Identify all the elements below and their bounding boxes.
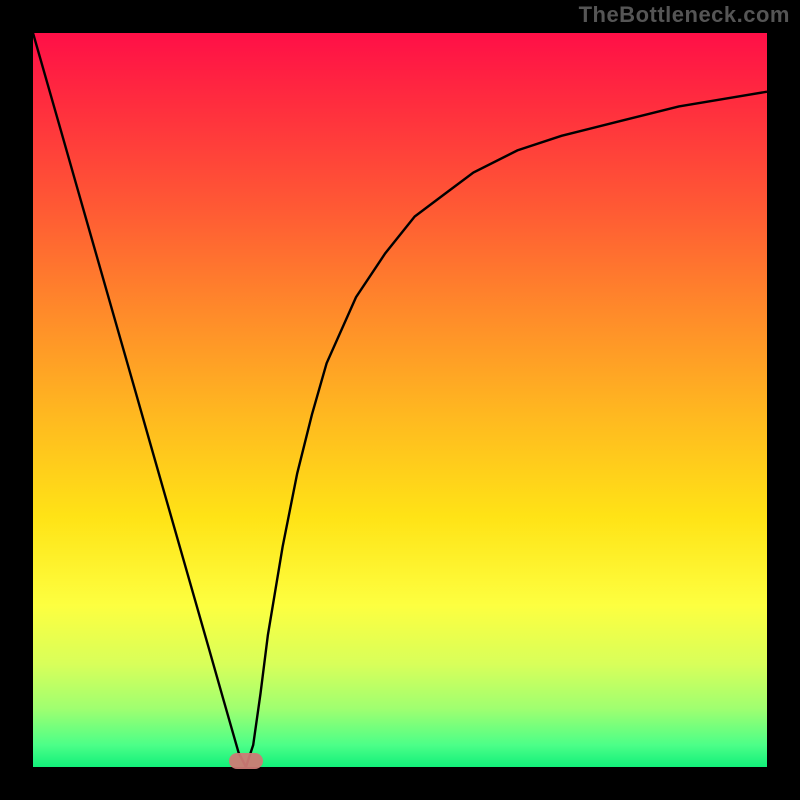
curve-path xyxy=(33,33,767,767)
minimum-marker xyxy=(229,753,263,769)
bottleneck-curve xyxy=(33,33,767,767)
chart-frame: TheBottleneck.com xyxy=(0,0,800,800)
watermark-label: TheBottleneck.com xyxy=(579,2,790,28)
plot-area xyxy=(33,33,767,767)
